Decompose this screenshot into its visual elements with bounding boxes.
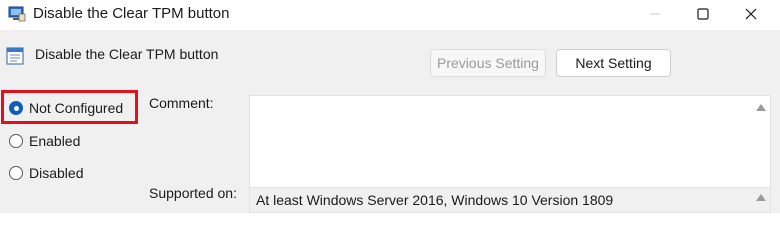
maximize-button[interactable]: [680, 0, 726, 30]
supported-on-value: At least Windows Server 2016, Windows 10…: [256, 192, 614, 208]
previous-setting-button[interactable]: Previous Setting: [430, 49, 546, 77]
next-setting-button[interactable]: Next Setting: [556, 49, 671, 77]
radio-button[interactable]: [9, 134, 23, 148]
radio-button-checked[interactable]: [9, 101, 23, 115]
radio-label: Not Configured: [29, 100, 124, 116]
maximize-icon: [697, 7, 709, 23]
title-bar: Disable the Clear TPM button: [0, 0, 780, 30]
group-policy-app-icon: [8, 6, 26, 22]
policy-name: Disable the Clear TPM button: [35, 46, 219, 62]
supported-on-label: Supported on:: [149, 185, 237, 201]
radio-enabled[interactable]: Enabled: [9, 132, 80, 150]
radio-label: Enabled: [29, 133, 81, 149]
minimize-button[interactable]: [632, 0, 678, 30]
close-button[interactable]: [728, 0, 774, 30]
radio-not-configured[interactable]: Not Configured: [9, 99, 123, 117]
radio-disabled[interactable]: Disabled: [9, 164, 83, 182]
window-title: Disable the Clear TPM button: [33, 5, 230, 22]
radio-label: Disabled: [29, 165, 84, 181]
radio-button[interactable]: [9, 166, 23, 180]
minimize-icon: [649, 7, 661, 23]
close-icon: [745, 7, 757, 23]
supported-on-field: At least Windows Server 2016, Windows 10…: [249, 187, 771, 213]
comment-label: Comment:: [149, 95, 214, 111]
scroll-up-arrow-icon[interactable]: [756, 104, 766, 111]
policy-dialog-body: Disable the Clear TPM button Previous Se…: [0, 30, 780, 213]
policy-setting-icon: [6, 47, 24, 65]
scroll-up-arrow-icon[interactable]: [756, 194, 766, 201]
